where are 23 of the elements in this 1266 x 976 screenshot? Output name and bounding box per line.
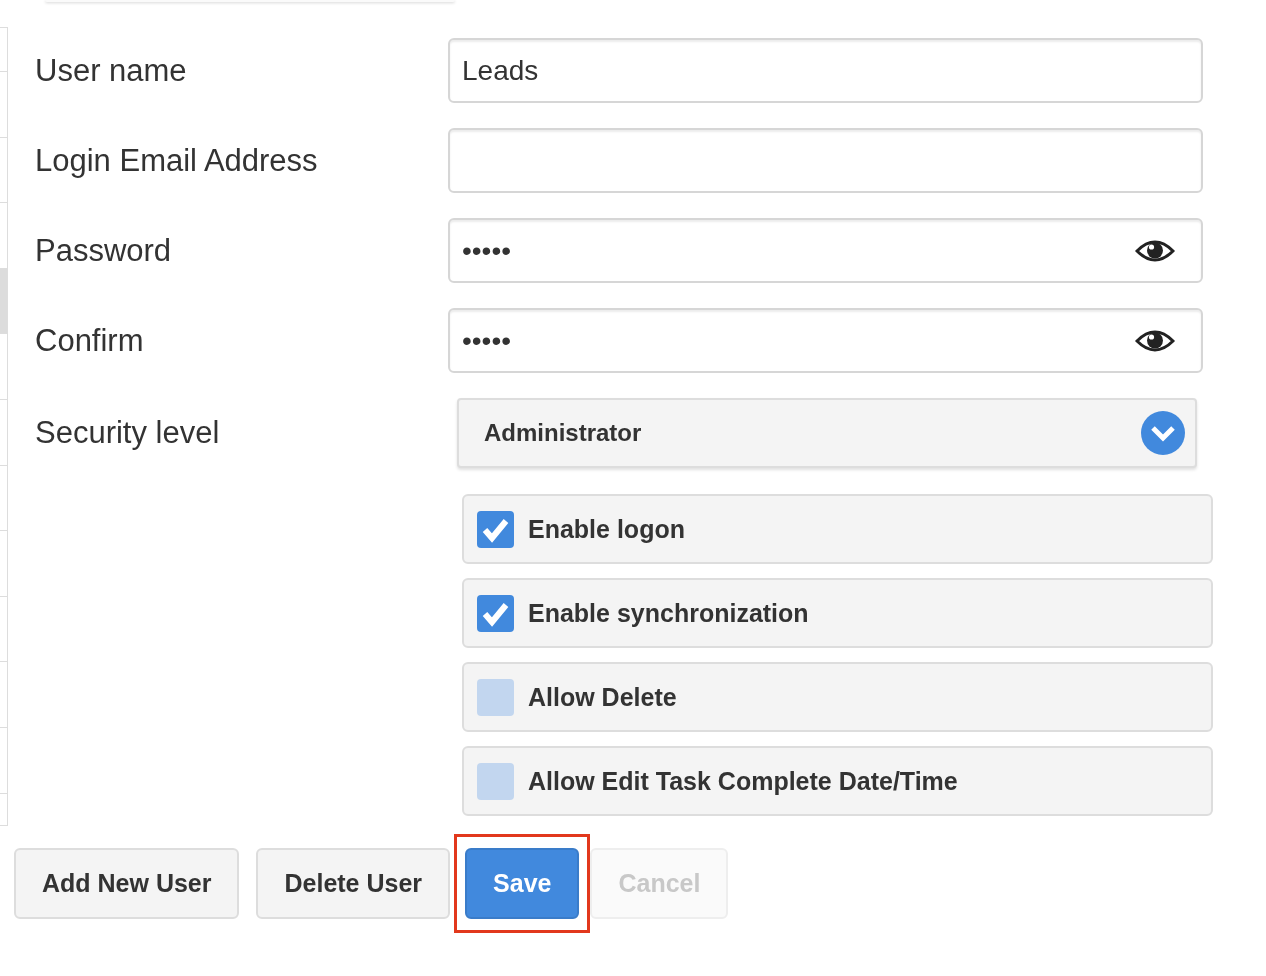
save-button[interactable]: Save [465,848,580,919]
delete-user-button[interactable]: Delete User [256,848,451,919]
list-row[interactable] [0,268,7,335]
security-level-dropdown[interactable]: Administrator [457,398,1197,468]
text-field[interactable]: Leads [448,38,1203,103]
field-label: Login Email Address [35,142,318,178]
field-label: Password [35,232,172,268]
checkbox-option[interactable]: Enable synchronization [462,578,1213,648]
checkbox-option[interactable]: Allow Delete [462,662,1213,732]
field-label: Security level [35,415,220,450]
checkbox-option[interactable]: Allow Edit Task Complete Date/Time [462,746,1213,816]
add-new-user-button[interactable]: Add New User [14,848,240,919]
text-field[interactable] [448,128,1203,193]
checkbox[interactable] [477,594,514,632]
field-label: Confirm [35,322,144,358]
field-label: User name [35,52,187,88]
checkbox[interactable] [477,510,514,548]
password-field[interactable]: ••••• [448,308,1203,373]
password-field[interactable]: ••••• [448,218,1203,283]
checkbox[interactable] [477,762,514,800]
chevron-down-icon [1141,411,1185,455]
checkbox[interactable] [477,678,514,716]
checkbox-option[interactable]: Enable logon [462,494,1213,564]
